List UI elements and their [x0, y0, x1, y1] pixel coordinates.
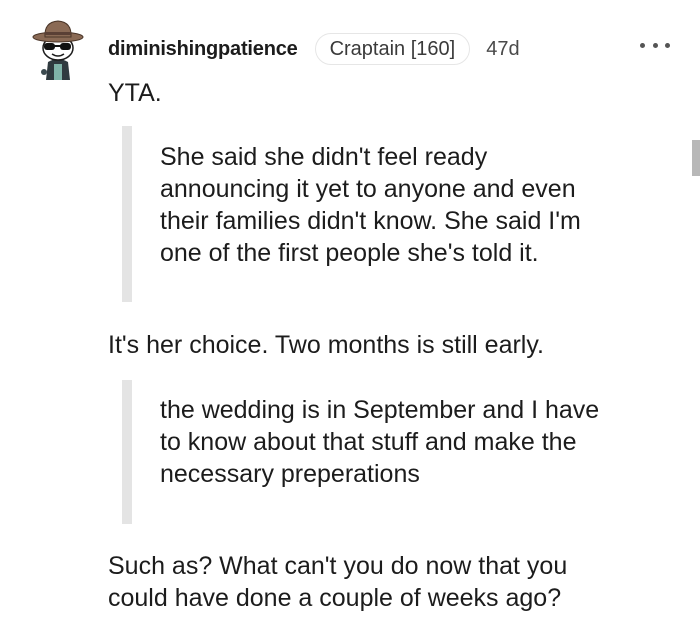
quote-line: announcing it yet to anyone and even: [160, 175, 576, 203]
avatar[interactable]: [30, 16, 86, 80]
scrollbar-thumb[interactable]: [692, 140, 700, 176]
blockquote: the wedding is in September and I have t…: [160, 394, 660, 490]
quote-line: their families didn't know. She said I'm: [160, 207, 581, 235]
more-dot: [665, 42, 670, 48]
comment-line: Such as? What can't you do now that you: [108, 552, 568, 580]
more-dot: [652, 42, 658, 48]
snoo-cowboy-avatar-icon: [32, 20, 84, 80]
comment-header: diminishingpatience Craptain [160] 47d: [108, 31, 520, 67]
username[interactable]: diminishingpatience: [108, 38, 298, 61]
comment-text: Such as? What can't you do now that you …: [108, 550, 567, 614]
comment-age: 47d: [486, 37, 520, 60]
comment-line: could have done a couple of weeks ago?: [108, 584, 562, 612]
quote-line: the wedding is in September and I have: [160, 396, 600, 424]
quote-line: one of the first people she's told it.: [160, 239, 539, 267]
comment-text: It's her choice. Two months is still ear…: [108, 331, 544, 359]
comment-text-verdict: YTA.: [108, 79, 162, 107]
quote-bar: [122, 380, 132, 524]
user-flair: Craptain [160]: [314, 33, 471, 65]
blockquote: She said she didn't feel ready announcin…: [160, 141, 660, 269]
more-options-button[interactable]: [640, 37, 670, 53]
quote-line: She said she didn't feel ready: [160, 143, 488, 171]
quote-line: to know about that stuff and make the: [160, 428, 577, 456]
quote-line: necessary preperations: [160, 460, 420, 488]
quote-bar: [122, 126, 132, 302]
more-horizontal-icon: [640, 42, 645, 48]
